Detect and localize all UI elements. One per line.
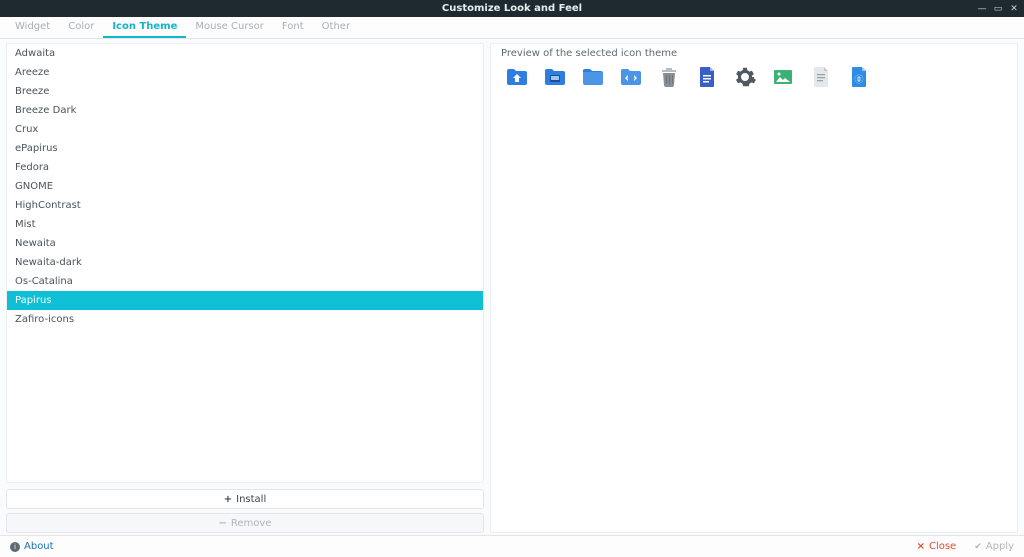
close-label: Close: [929, 541, 956, 552]
list-item-crux[interactable]: Crux: [7, 120, 483, 139]
left-pane: Adwaita Areeze Breeze Breeze Dark Crux e…: [6, 43, 484, 533]
install-label: Install: [236, 494, 266, 505]
minus-icon: −: [219, 518, 227, 529]
close-button[interactable]: × Close: [917, 541, 957, 552]
check-icon: ✔: [974, 542, 982, 552]
list-item-fedora[interactable]: Fedora: [7, 158, 483, 177]
tab-bar: Widget Color Icon Theme Mouse Cursor Fon…: [0, 17, 1024, 39]
folder-icon: [581, 65, 605, 89]
list-item-breeze-dark[interactable]: Breeze Dark: [7, 101, 483, 120]
tab-color[interactable]: Color: [59, 17, 103, 38]
list-item-adwaita[interactable]: Adwaita: [7, 44, 483, 63]
icon-theme-list[interactable]: Adwaita Areeze Breeze Breeze Dark Crux e…: [6, 43, 484, 483]
tab-icon-theme[interactable]: Icon Theme: [103, 17, 186, 38]
home-folder-icon: [505, 65, 529, 89]
window-title: Customize Look and Feel: [0, 3, 1024, 14]
remove-label: Remove: [231, 518, 272, 529]
info-icon: i: [10, 542, 20, 552]
status-bar: i About × Close ✔ Apply: [0, 535, 1024, 557]
list-item-os-catalina[interactable]: Os-Catalina: [7, 272, 483, 291]
list-item-highcontrast[interactable]: HighContrast: [7, 196, 483, 215]
tab-widget[interactable]: Widget: [6, 17, 59, 38]
window-titlebar: Customize Look and Feel — ▭ ✕: [0, 0, 1024, 17]
window-close-button[interactable]: ✕: [1008, 3, 1020, 15]
list-item-zafiro[interactable]: Zafiro-icons: [7, 310, 483, 329]
about-label: About: [24, 541, 54, 552]
trash-icon: [657, 65, 681, 89]
list-item-gnome[interactable]: GNOME: [7, 177, 483, 196]
install-button[interactable]: + Install: [6, 489, 484, 509]
preview-pane: Preview of the selected icon theme: [490, 43, 1018, 533]
list-actions: + Install − Remove: [6, 489, 484, 533]
tab-other[interactable]: Other: [313, 17, 359, 38]
tab-mouse-cursor[interactable]: Mouse Cursor: [186, 17, 273, 38]
about-button[interactable]: i About: [10, 541, 54, 552]
window-controls: — ▭ ✕: [976, 3, 1020, 15]
preview-heading: Preview of the selected icon theme: [501, 48, 1009, 59]
preview-icon-grid: [499, 65, 1009, 89]
list-item-papirus[interactable]: Papirus: [7, 291, 483, 310]
code-folder-icon: [619, 65, 643, 89]
document-icon: [695, 65, 719, 89]
list-item-epapirus[interactable]: ePapirus: [7, 139, 483, 158]
list-item-mist[interactable]: Mist: [7, 215, 483, 234]
content-area: Adwaita Areeze Breeze Breeze Dark Crux e…: [0, 39, 1024, 535]
web-file-icon: [847, 65, 871, 89]
image-icon: [771, 65, 795, 89]
window-restore-button[interactable]: ▭: [992, 3, 1004, 15]
remove-button: − Remove: [6, 513, 484, 533]
desktop-folder-icon: [543, 65, 567, 89]
text-file-icon: [809, 65, 833, 89]
dialog-buttons: × Close ✔ Apply: [917, 541, 1014, 552]
list-item-newaita-dark[interactable]: Newaita-dark: [7, 253, 483, 272]
list-item-breeze[interactable]: Breeze: [7, 82, 483, 101]
plus-icon: +: [224, 494, 232, 505]
list-item-areeze[interactable]: Areeze: [7, 63, 483, 82]
settings-gear-icon: [733, 65, 757, 89]
apply-label: Apply: [986, 541, 1014, 552]
close-x-icon: ×: [917, 541, 925, 552]
list-item-newaita[interactable]: Newaita: [7, 234, 483, 253]
tab-font[interactable]: Font: [273, 17, 313, 38]
apply-button: ✔ Apply: [974, 541, 1014, 552]
window-minimize-button[interactable]: —: [976, 3, 988, 15]
